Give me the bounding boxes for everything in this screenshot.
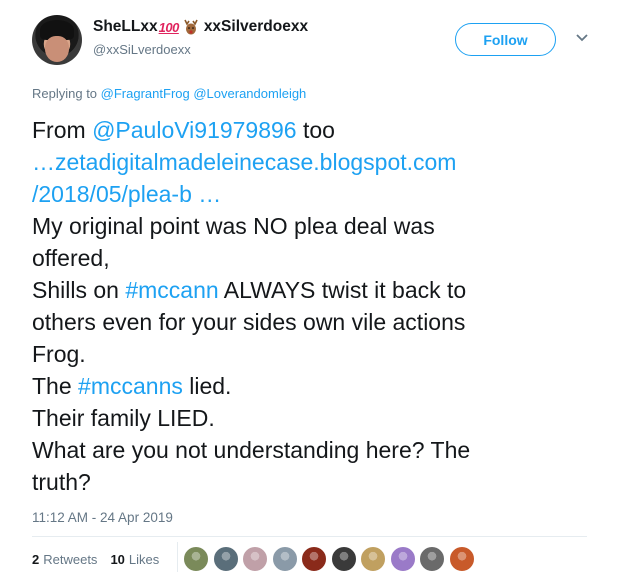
tweet-text-segment: ALWAYS twist it back to [218,277,467,303]
mention-link-paulovi[interactable]: @PauloVi91979896 [92,117,297,143]
replying-prefix: Replying to [32,86,98,101]
tweet-text-segment: The [32,373,79,399]
follow-button[interactable]: Follow [455,23,556,56]
likes-stat[interactable]: 10 Likes [110,552,159,567]
tweet-line: offered, [32,245,110,271]
liker-avatar[interactable] [448,546,475,572]
tweet-line: …zetadigitalmadeleinecase.blogspot.com [32,146,592,178]
url-link[interactable]: …zetadigitalmadeleinecase.blogspot.com [32,149,456,175]
tweet-line: From @PauloVi91979896 too [32,114,592,146]
tweet-line: others even for your sides own vile acti… [32,309,466,335]
tweet-stats: 2 Retweets 10 Likes [32,542,178,572]
tweet-line: truth? [32,469,91,495]
liker-avatar[interactable] [212,546,239,572]
tweet-line: /2018/05/plea-b … [32,178,592,210]
chevron-down-icon[interactable] [575,33,589,43]
author-display-name[interactable]: SheLLxx 100 xxSilverdoexx [93,18,308,36]
hundred-points-icon: 100 [158,19,180,35]
retweets-label: Retweets [43,552,98,567]
hashtag-mccann[interactable]: #mccann [125,277,218,303]
likes-label: Likes [128,552,160,567]
avatar-face [45,36,69,62]
display-name-suffix: xxSilverdoexx [203,18,309,35]
tweet-line: Frog. [32,341,86,367]
liker-avatar[interactable] [389,546,416,572]
tweet-text: From @PauloVi91979896 too …zetadigitalma… [32,114,592,498]
tweet-text-segment: From [32,117,93,143]
divider [32,536,587,537]
tweet-text-segment: Shills on [32,277,126,303]
likes-count: 10 [110,552,125,567]
tweet-line: What are you not understanding here? The [32,437,471,463]
replying-to: Replying to @FragrantFrog @Loverandomlei… [32,86,306,101]
tweet-line: The #mccanns lied. [32,370,592,402]
tweet-timestamp[interactable]: 11:12 AM - 24 Apr 2019 [32,510,173,525]
retweets-count: 2 [32,552,40,567]
mention-link-fragrantfrog[interactable]: @FragrantFrog [101,86,190,101]
liker-avatar[interactable] [330,546,357,572]
tweet-line: Their family LIED. [32,405,215,431]
display-name-prefix: SheLLxx [93,18,158,35]
tweet-line: My original point was NO plea deal was [32,213,435,239]
liker-avatar[interactable] [301,546,327,572]
liker-avatar[interactable] [360,546,386,572]
author-avatar[interactable] [32,15,82,65]
tweet-text-segment: lied. [182,373,232,399]
liker-avatars [183,546,478,572]
url-link-continued[interactable]: /2018/05/plea-b … [32,181,221,207]
tweet-line: Shills on #mccann ALWAYS twist it back t… [32,274,592,306]
liker-avatar[interactable] [183,546,209,572]
deer-icon [184,19,198,35]
liker-avatar[interactable] [271,546,298,572]
liker-avatar[interactable] [242,546,268,572]
author-handle[interactable]: @xxSiLverdoexx [93,42,191,57]
stats-separator [177,542,178,572]
hashtag-mccanns[interactable]: #mccanns [78,373,183,399]
tweet-text-segment: too [296,117,335,143]
mention-link-loverandomleigh[interactable]: @Loverandomleigh [193,86,306,101]
retweets-stat[interactable]: 2 Retweets [32,552,97,567]
liker-avatar[interactable] [419,546,445,572]
